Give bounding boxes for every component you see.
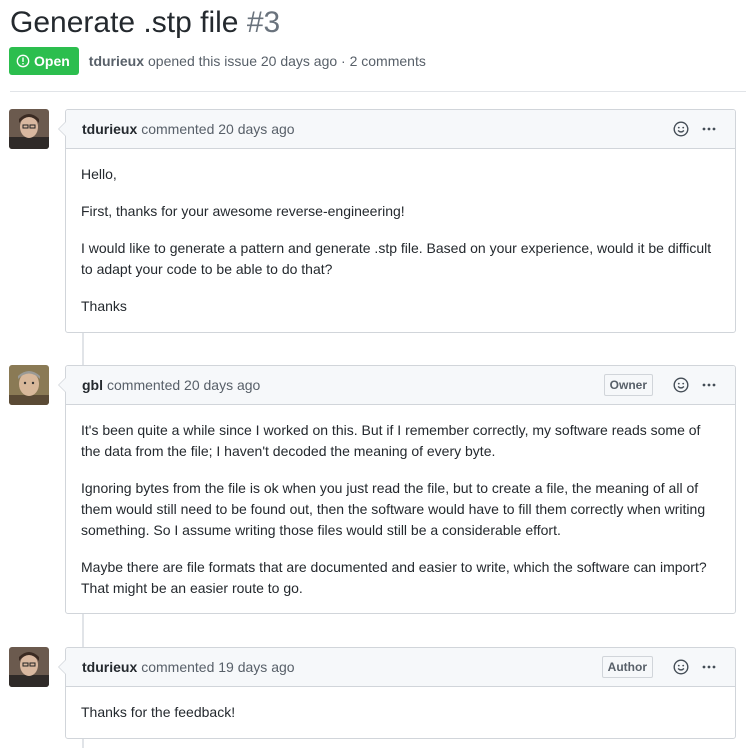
avatar-tdurieux[interactable] <box>9 109 49 149</box>
kebab-horizontal-icon[interactable] <box>699 375 719 395</box>
issue-state-label: Open <box>34 53 70 69</box>
comment-paragraph: First, thanks for your awesome reverse-e… <box>81 203 405 219</box>
issue-author-link[interactable]: tdurieux <box>89 53 144 69</box>
timeline-connector <box>82 613 84 647</box>
comment-author-link[interactable]: tdurieux <box>82 121 137 137</box>
comment-author-link[interactable]: tdurieux <box>82 659 137 675</box>
smiley-icon[interactable] <box>671 119 691 139</box>
comment-paragraph: Thanks for the feedback! <box>81 704 236 720</box>
issue-meta-text: opened this issue 20 days ago · 2 commen… <box>148 53 426 69</box>
smiley-icon[interactable] <box>671 657 691 677</box>
comment-timestamp[interactable]: commented 20 days ago <box>107 377 260 393</box>
comment-timestamp[interactable]: commented 19 days ago <box>141 659 294 675</box>
comment-body: Hello, First, thanks for your awesome re… <box>66 149 735 333</box>
comment-body: Thanks for the feedback! <box>66 687 735 739</box>
issue-opened-icon <box>16 54 30 68</box>
issue-title: Generate .stp file #3 <box>10 4 280 42</box>
comment-paragraph: Hello, <box>81 166 117 182</box>
owner-badge: Owner <box>603 374 653 396</box>
comment-paragraph: Maybe there are file formats that are do… <box>81 559 707 596</box>
comment-1: tdurieux commented 20 days ago Hello, Fi… <box>58 109 736 333</box>
avatar-gbl[interactable] <box>9 365 49 405</box>
comment-header: tdurieux commented 19 days ago Author <box>66 648 735 687</box>
comment-paragraph: I would like to generate a pattern and g… <box>81 240 712 277</box>
avatar-tdurieux[interactable] <box>9 647 49 687</box>
comment-author-link[interactable]: gbl <box>82 377 103 393</box>
timeline-connector <box>82 738 84 748</box>
issue-number: #3 <box>246 6 281 39</box>
comment-paragraph: Ignoring bytes from the file is ok when … <box>81 480 706 538</box>
kebab-horizontal-icon[interactable] <box>699 657 719 677</box>
comment-paragraph: It's been quite a while since I worked o… <box>81 422 701 459</box>
comment-body: It's been quite a while since I worked o… <box>66 405 735 615</box>
comment-header: gbl commented 20 days ago Owner <box>66 366 735 405</box>
comment-3: tdurieux commented 19 days ago Author Th… <box>58 647 736 739</box>
timeline-connector <box>82 332 84 365</box>
author-badge: Author <box>601 656 653 678</box>
issue-title-text: Generate .stp file <box>10 6 239 39</box>
comment-paragraph: Thanks <box>81 298 127 314</box>
issue-state-badge: Open <box>9 47 79 75</box>
smiley-icon[interactable] <box>671 375 691 395</box>
comment-timestamp[interactable]: commented 20 days ago <box>141 121 294 137</box>
header-divider <box>10 91 746 92</box>
comment-2: gbl commented 20 days ago Owner It's bee… <box>58 365 736 615</box>
comment-header: tdurieux commented 20 days ago <box>66 110 735 149</box>
issue-meta: Open tdurieux opened this issue 20 days … <box>9 47 426 75</box>
kebab-horizontal-icon[interactable] <box>699 119 719 139</box>
